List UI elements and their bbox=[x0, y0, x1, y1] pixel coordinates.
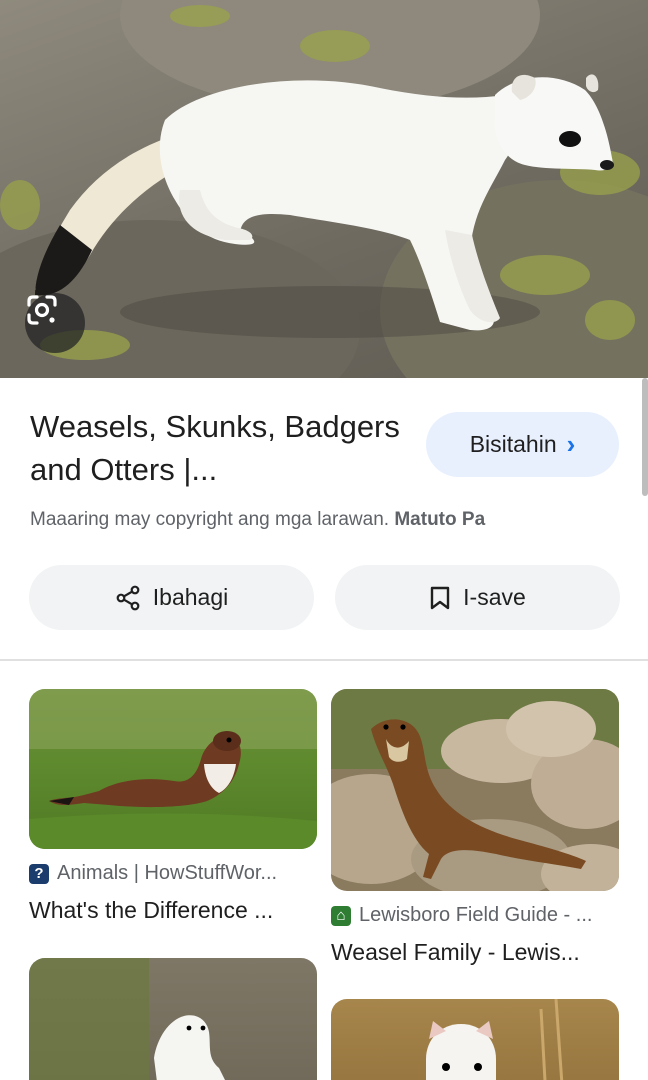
scrollbar-thumb[interactable] bbox=[642, 378, 648, 496]
google-lens-button[interactable] bbox=[25, 293, 85, 353]
lewisboro-favicon: ⌂ bbox=[331, 905, 351, 926]
white-ermine-face-illustration bbox=[426, 999, 564, 1080]
related-source-label: Animals | HowStuffWor... bbox=[57, 862, 278, 884]
howstuffworks-favicon: ? bbox=[29, 863, 49, 884]
white-weasel-illustration bbox=[29, 958, 225, 1080]
save-button[interactable]: I-save bbox=[335, 565, 620, 630]
related-source[interactable]: ⌂ Lewisboro Field Guide - ... bbox=[331, 904, 592, 927]
weasel-on-grass-illustration bbox=[29, 689, 317, 849]
google-lens-icon bbox=[27, 295, 57, 325]
related-thumbnail[interactable] bbox=[29, 689, 317, 849]
hero-image[interactable] bbox=[0, 0, 648, 378]
visit-button-label: Bisitahin bbox=[469, 431, 557, 457]
chevron-right-icon: › bbox=[566, 429, 576, 459]
learn-more-link[interactable]: Matuto Pa bbox=[394, 509, 485, 530]
visit-button[interactable]: Bisitahin › bbox=[426, 412, 619, 477]
share-button[interactable]: Ibahagi bbox=[29, 565, 314, 630]
related-thumbnail[interactable] bbox=[29, 958, 317, 1080]
related-title[interactable]: What's the Difference ... bbox=[29, 897, 273, 924]
weasel-on-rocks-illustration bbox=[331, 689, 619, 891]
related-title[interactable]: Weasel Family - Lewis... bbox=[331, 939, 580, 966]
share-icon bbox=[116, 585, 140, 610]
copyright-notice: Maaaring may copyright ang mga larawan. … bbox=[30, 509, 485, 531]
related-source[interactable]: ? Animals | HowStuffWor... bbox=[29, 862, 277, 885]
copyright-text: Maaaring may copyright ang mga larawan. bbox=[30, 509, 390, 530]
related-thumbnail[interactable] bbox=[331, 689, 619, 891]
related-thumbnail[interactable] bbox=[331, 999, 619, 1080]
section-divider bbox=[0, 659, 648, 661]
result-title[interactable]: Weasels, Skunks, Badgers and Otters |... bbox=[30, 405, 410, 491]
ermine-illustration bbox=[35, 74, 614, 338]
related-source-label: Lewisboro Field Guide - ... bbox=[359, 904, 593, 926]
bookmark-icon bbox=[430, 586, 450, 609]
share-button-label: Ibahagi bbox=[152, 584, 229, 610]
save-button-label: I-save bbox=[463, 584, 526, 610]
